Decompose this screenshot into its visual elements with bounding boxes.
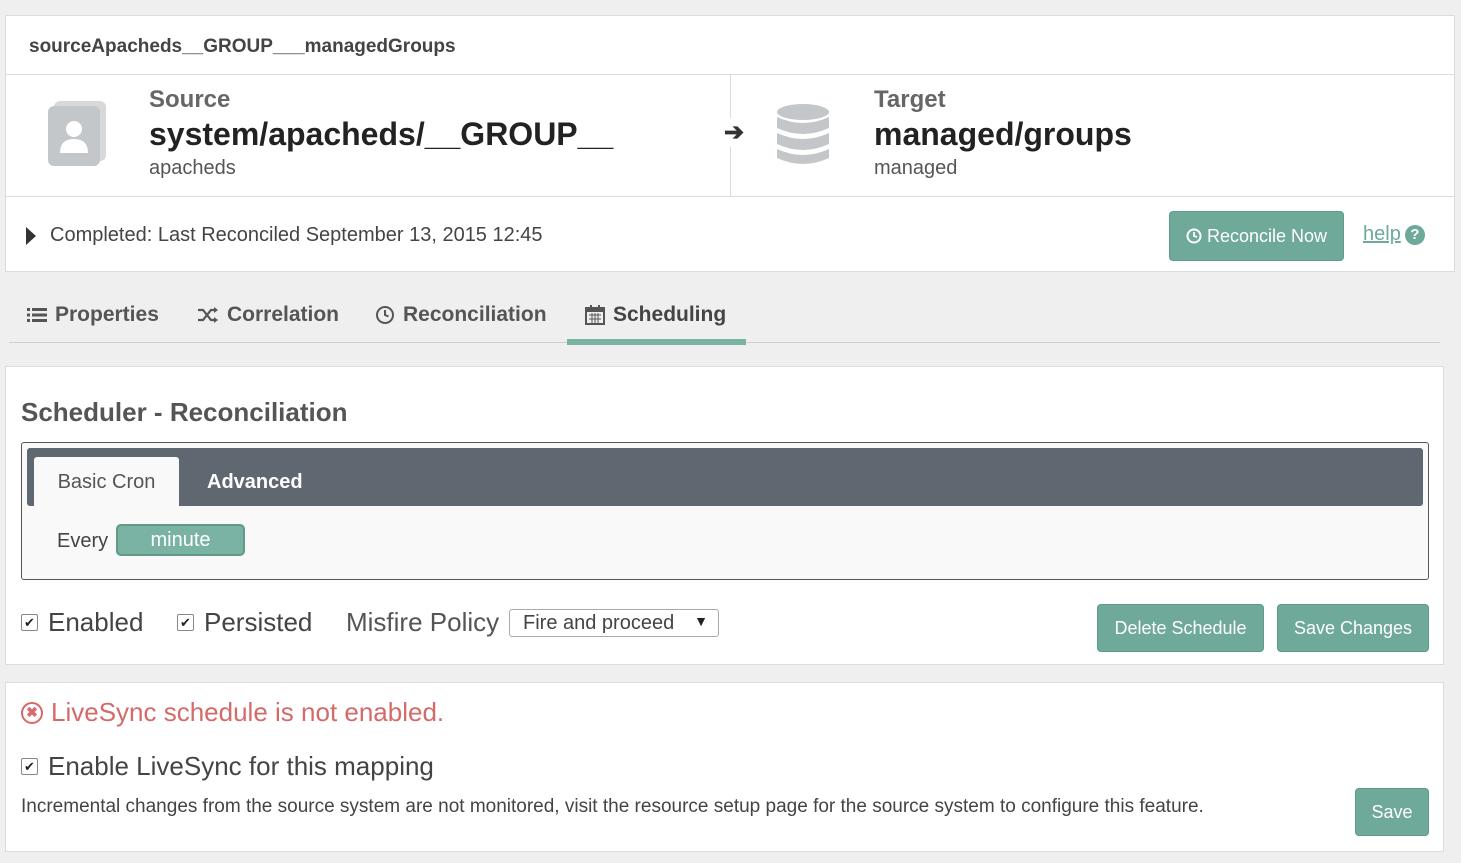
recon-status-text: Completed: Last Reconciled September 13,… xyxy=(50,224,543,246)
tab-scheduling[interactable]: Scheduling xyxy=(585,303,726,327)
livesync-checkbox[interactable]: ✔ xyxy=(21,758,38,775)
every-label: Every xyxy=(57,530,109,552)
arrow-right-icon: ➔ xyxy=(724,118,745,147)
enabled-checkbox[interactable]: ✔ xyxy=(21,614,38,631)
livesync-warning: ✖ LiveSync schedule is not enabled. xyxy=(21,697,444,728)
clock-icon xyxy=(376,306,394,324)
dropdown-arrow-icon: ▼ xyxy=(694,613,708,629)
tab-correlation[interactable]: Correlation xyxy=(197,303,339,327)
tab-basic-cron[interactable]: Basic Cron xyxy=(34,457,179,507)
save-button[interactable]: Save xyxy=(1355,788,1429,836)
livesync-enable-option[interactable]: ✔ Enable LiveSync for this mapping xyxy=(21,751,434,782)
misfire-policy-select[interactable]: Fire and proceed ▼ xyxy=(509,609,719,637)
enabled-option[interactable]: ✔ Enabled xyxy=(21,607,143,638)
list-icon xyxy=(27,308,47,322)
target-label: Target xyxy=(874,86,946,113)
recon-status[interactable]: Completed: Last Reconciled September 13,… xyxy=(26,224,543,247)
tab-reconciliation[interactable]: Reconciliation xyxy=(375,303,547,327)
database-icon xyxy=(777,104,829,164)
mapping-title: sourceApacheds__GROUP___managedGroups xyxy=(29,36,456,57)
livesync-description: Incremental changes from the source syst… xyxy=(21,796,1204,817)
source-name: system/apacheds/__GROUP__ xyxy=(149,116,614,152)
active-tab-indicator xyxy=(567,339,746,345)
shuffle-icon xyxy=(198,307,218,323)
scheduler-card: Scheduler - Reconciliation Basic Cron Ad… xyxy=(5,366,1444,665)
persisted-option[interactable]: ✔ Persisted xyxy=(177,607,312,638)
every-unit-select[interactable]: minute xyxy=(116,524,245,556)
delete-schedule-button[interactable]: Delete Schedule xyxy=(1097,604,1264,652)
mapping-card: sourceApacheds__GROUP___managedGroups So… xyxy=(5,15,1455,272)
calendar-icon xyxy=(585,305,605,325)
scheduler-title: Scheduler - Reconciliation xyxy=(21,397,348,427)
livesync-card: ✖ LiveSync schedule is not enabled. ✔ En… xyxy=(5,682,1444,852)
help-link[interactable]: help ? xyxy=(1363,223,1425,246)
tab-properties[interactable]: Properties xyxy=(27,303,159,327)
user-card-icon xyxy=(48,101,106,166)
source-sub: apacheds xyxy=(149,157,236,179)
error-circle-icon: ✖ xyxy=(21,701,43,724)
tab-advanced[interactable]: Advanced xyxy=(207,457,303,507)
reconcile-now-button[interactable]: Reconcile Now xyxy=(1169,211,1344,261)
misfire-policy-label: Misfire Policy xyxy=(346,607,500,637)
save-changes-button[interactable]: Save Changes xyxy=(1277,604,1429,652)
persisted-checkbox[interactable]: ✔ xyxy=(177,614,194,631)
source-label: Source xyxy=(149,86,231,113)
target-name: managed/groups xyxy=(874,116,1132,152)
target-sub: managed xyxy=(874,157,958,179)
clock-icon xyxy=(1186,228,1202,244)
cron-box: Basic Cron Advanced Every minute xyxy=(21,442,1429,580)
question-icon: ? xyxy=(1404,224,1425,245)
caret-right-icon xyxy=(26,226,36,245)
cron-tab-bar: Basic Cron Advanced xyxy=(27,448,1423,507)
mapping-tabs: Properties Correlation Reconciliation Sc… xyxy=(9,295,1440,345)
